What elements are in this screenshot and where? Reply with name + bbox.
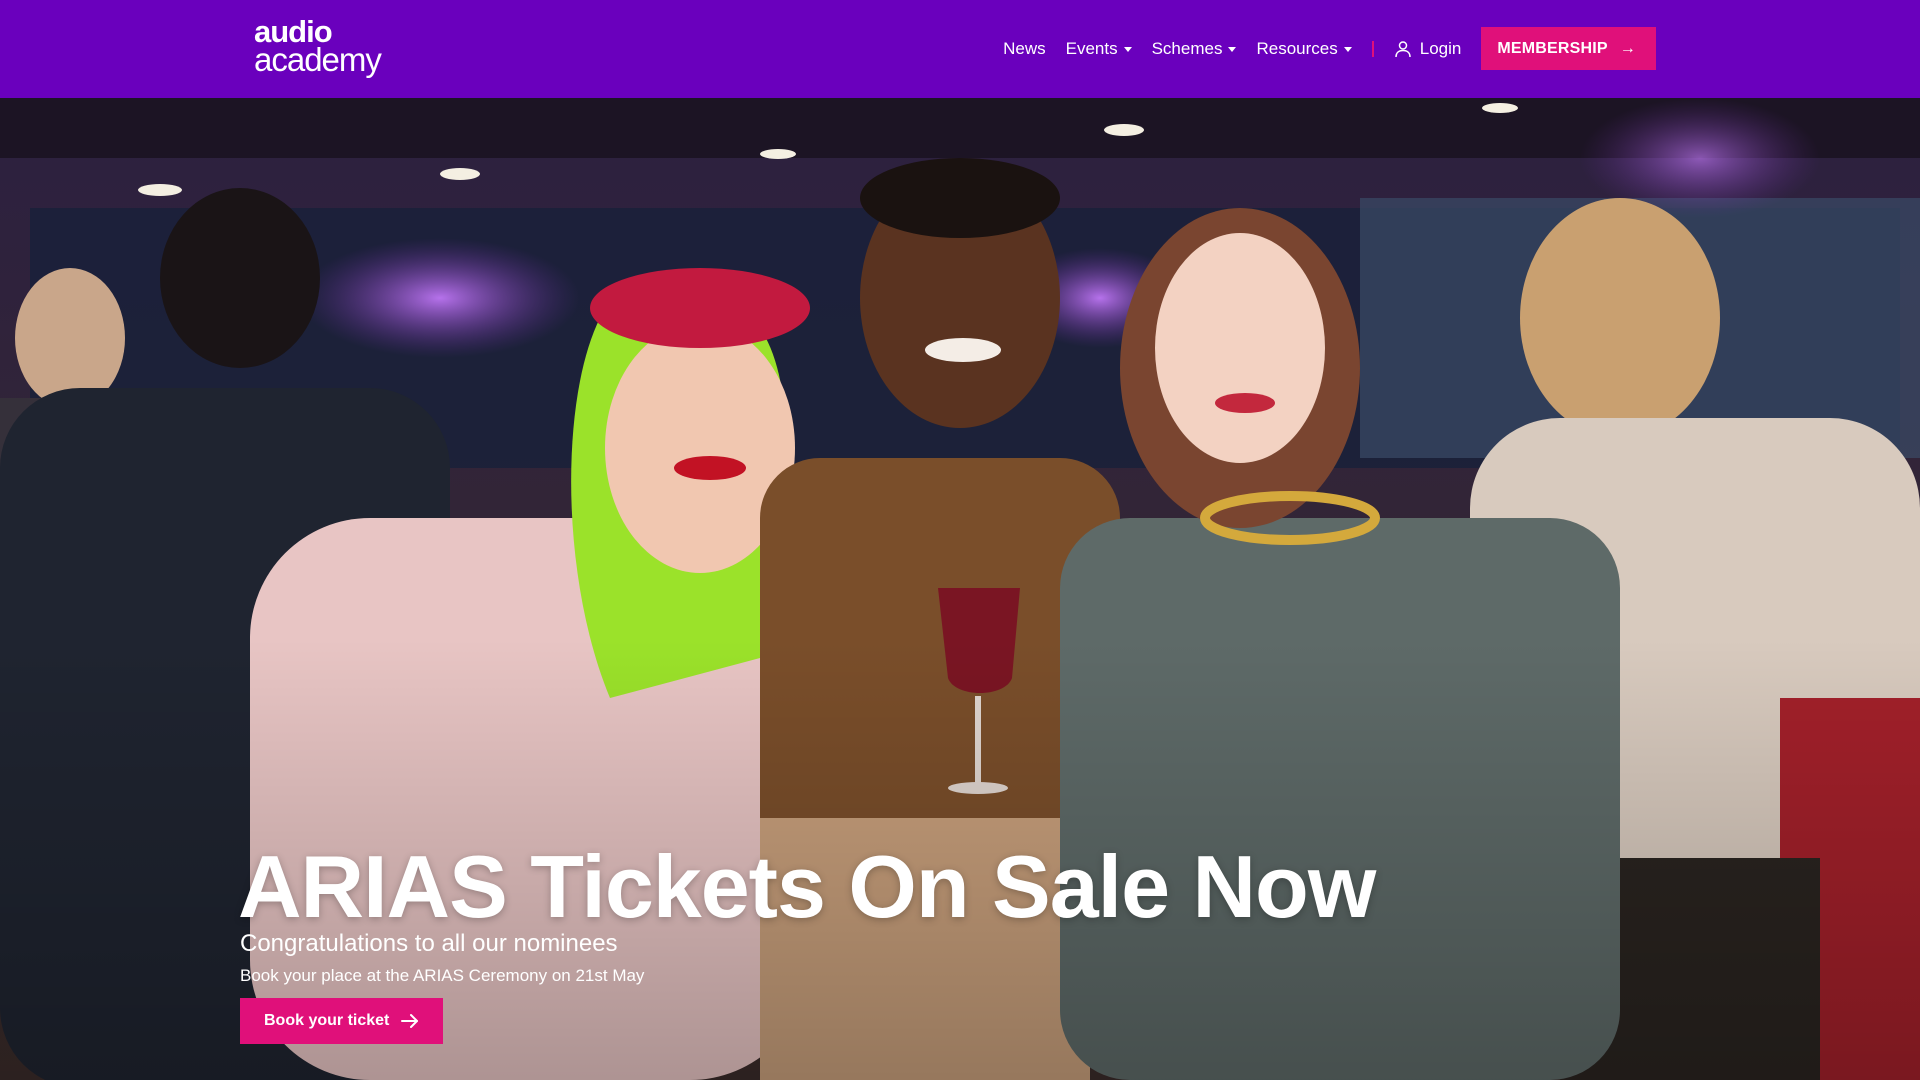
chevron-down-icon xyxy=(1343,47,1352,52)
arrow-right-icon: → xyxy=(1619,39,1636,57)
nav-divider xyxy=(1371,40,1374,57)
audio-academy-logo[interactable]: audio academy xyxy=(254,16,382,78)
hero-description: Book your place at the ARIAS Ceremony on… xyxy=(240,966,645,985)
chevron-down-icon xyxy=(1228,47,1237,52)
hero-title: ARIAS Tickets On Sale Now xyxy=(238,837,1376,936)
hero-subtitle: Congratulations to all our nominees xyxy=(240,930,618,957)
chevron-down-icon xyxy=(1123,47,1132,52)
nav-item-label: Resources xyxy=(1256,38,1338,58)
nav-item-label: Events xyxy=(1065,38,1118,58)
main-nav: News Events Schemes Resources Login MEMB… xyxy=(1003,27,1656,70)
nav-item-events[interactable]: Events xyxy=(1066,39,1132,59)
login-label: Login xyxy=(1419,38,1462,58)
login-link[interactable]: Login xyxy=(1394,38,1462,59)
logo-line-2: academy xyxy=(254,41,382,78)
nav-item-resources[interactable]: Resources xyxy=(1256,38,1352,59)
nav-item-label: News xyxy=(1003,38,1046,58)
membership-label: MEMBERSHIP xyxy=(1497,39,1608,57)
user-icon xyxy=(1394,40,1411,57)
nav-item-label: Schemes xyxy=(1151,38,1223,58)
membership-button[interactable]: MEMBERSHIP → xyxy=(1481,27,1656,70)
nav-item-news[interactable]: News xyxy=(1003,39,1046,59)
book-ticket-button[interactable]: Book your ticket xyxy=(240,998,444,1044)
nav-item-schemes[interactable]: Schemes xyxy=(1152,39,1237,59)
book-ticket-label: Book your ticket xyxy=(264,1012,390,1029)
arrow-right-icon xyxy=(401,1014,419,1028)
site-header: audio academy News Events Schemes Resour… xyxy=(0,0,1920,98)
